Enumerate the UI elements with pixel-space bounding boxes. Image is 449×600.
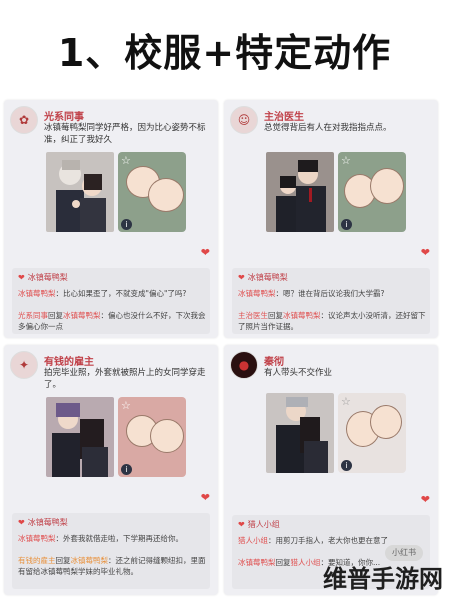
watermark: 维普手游网 <box>323 565 443 593</box>
sticker[interactable]: ☆ i <box>118 152 186 232</box>
moment-card-3: ✦ 有钱的雇主 拍完毕业照，外套就被照片上的女同学穿走了。 ☆ i ❤ ❤ 冰镇莓… <box>4 345 218 595</box>
star-icon[interactable]: ☆ <box>121 154 131 167</box>
comment-box: ❤ 冰镇莓鸭梨 冰镇莓鸭梨：比心如果歪了，不就变成"偏心"了吗? 光系同事回复冰镇… <box>12 268 210 334</box>
heart-icon: ❤ <box>18 518 25 527</box>
star-icon[interactable]: ☆ <box>121 399 131 412</box>
like-heart-icon[interactable]: ❤ <box>421 493 430 506</box>
page-title: 1、校服+特定动作 <box>57 31 392 75</box>
star-icon[interactable]: ☆ <box>341 395 351 408</box>
poster-name[interactable]: 主治医生 <box>264 108 304 123</box>
avatar[interactable]: ✦ <box>10 351 38 379</box>
comment-line: 冰镇莓鸭梨：比心如果歪了，不就变成"偏心"了吗? <box>18 289 187 298</box>
sticker[interactable]: ☆ i <box>338 152 406 232</box>
photo[interactable] <box>46 397 114 477</box>
info-icon[interactable]: i <box>121 219 132 230</box>
heart-icon: ❤ <box>238 520 245 529</box>
avatar[interactable]: ☺ <box>230 106 258 134</box>
comment-box: ❤ 冰镇莓鸭梨 冰镇莓鸭梨：外套我就借走啦，下学期再还给你。 有钱的雇主回复冰镇莓… <box>12 513 210 589</box>
comment-line: 冰镇莓鸭梨：外套我就借走啦，下学期再还给你。 <box>18 534 183 543</box>
comment-line: 有钱的雇主回复冰镇莓鸭梨：还之前记得缝颗纽扣，里面有留给冰镇莓鸭梨学妹的毕业礼物… <box>18 556 206 576</box>
photo[interactable] <box>266 152 334 232</box>
avatar[interactable]: ● <box>230 351 258 379</box>
like-heart-icon[interactable]: ❤ <box>201 491 210 504</box>
avatar[interactable]: ✿ <box>10 106 38 134</box>
post-text: 拍完毕业照，外套就被照片上的女同学穿走了。 <box>44 368 206 390</box>
poster-name[interactable]: 有钱的雇主 <box>44 353 94 368</box>
heart-icon: ❤ <box>238 273 245 282</box>
poster-name[interactable]: 秦彻 <box>264 353 284 368</box>
heart-icon: ❤ <box>18 273 25 282</box>
poster-name[interactable]: 光系同事 <box>44 108 84 123</box>
like-heart-icon[interactable]: ❤ <box>201 246 210 259</box>
post-text: 有人带头不交作业 <box>264 368 333 378</box>
comment-box: ❤ 冰镇莓鸭梨 冰镇莓鸭梨：嗯？谁在背后议论我们大学霸? 主治医生回复冰镇莓鸭梨：… <box>232 268 430 334</box>
comment-line: 冰镇莓鸭梨：嗯？谁在背后议论我们大学霸? <box>238 289 385 298</box>
sticker[interactable]: ☆ i <box>118 397 186 477</box>
comment-line: 主治医生回复冰镇莓鸭梨：议论声太小没听清，还好留下了照片当作证据。 <box>238 311 426 331</box>
post-text: 冰镇莓鸭梨同学好严格，因为比心姿势不标准，纠正了我好久 <box>44 123 206 145</box>
info-icon[interactable]: i <box>121 464 132 475</box>
photo[interactable] <box>266 393 334 473</box>
like-heart-icon[interactable]: ❤ <box>421 246 430 259</box>
info-icon[interactable]: i <box>341 219 352 230</box>
comment-line: 光系同事回复冰镇莓鸭梨：偏心也没什么不好，下次我会多偏心你一点 <box>18 311 206 331</box>
sticker[interactable]: ☆ i <box>338 393 406 473</box>
photo[interactable] <box>46 152 114 232</box>
info-icon[interactable]: i <box>341 460 352 471</box>
moment-card-1: ✿ 光系同事 冰镇莓鸭梨同学好严格，因为比心姿势不标准，纠正了我好久 ☆ i ❤… <box>4 100 218 338</box>
star-icon[interactable]: ☆ <box>341 154 351 167</box>
moment-card-2: ☺ 主治医生 总觉得背后有人在对我指指点点。 ☆ i ❤ ❤ 冰镇莓鸭梨 冰镇莓鸭… <box>224 100 438 338</box>
post-text: 总觉得背后有人在对我指指点点。 <box>264 123 392 133</box>
